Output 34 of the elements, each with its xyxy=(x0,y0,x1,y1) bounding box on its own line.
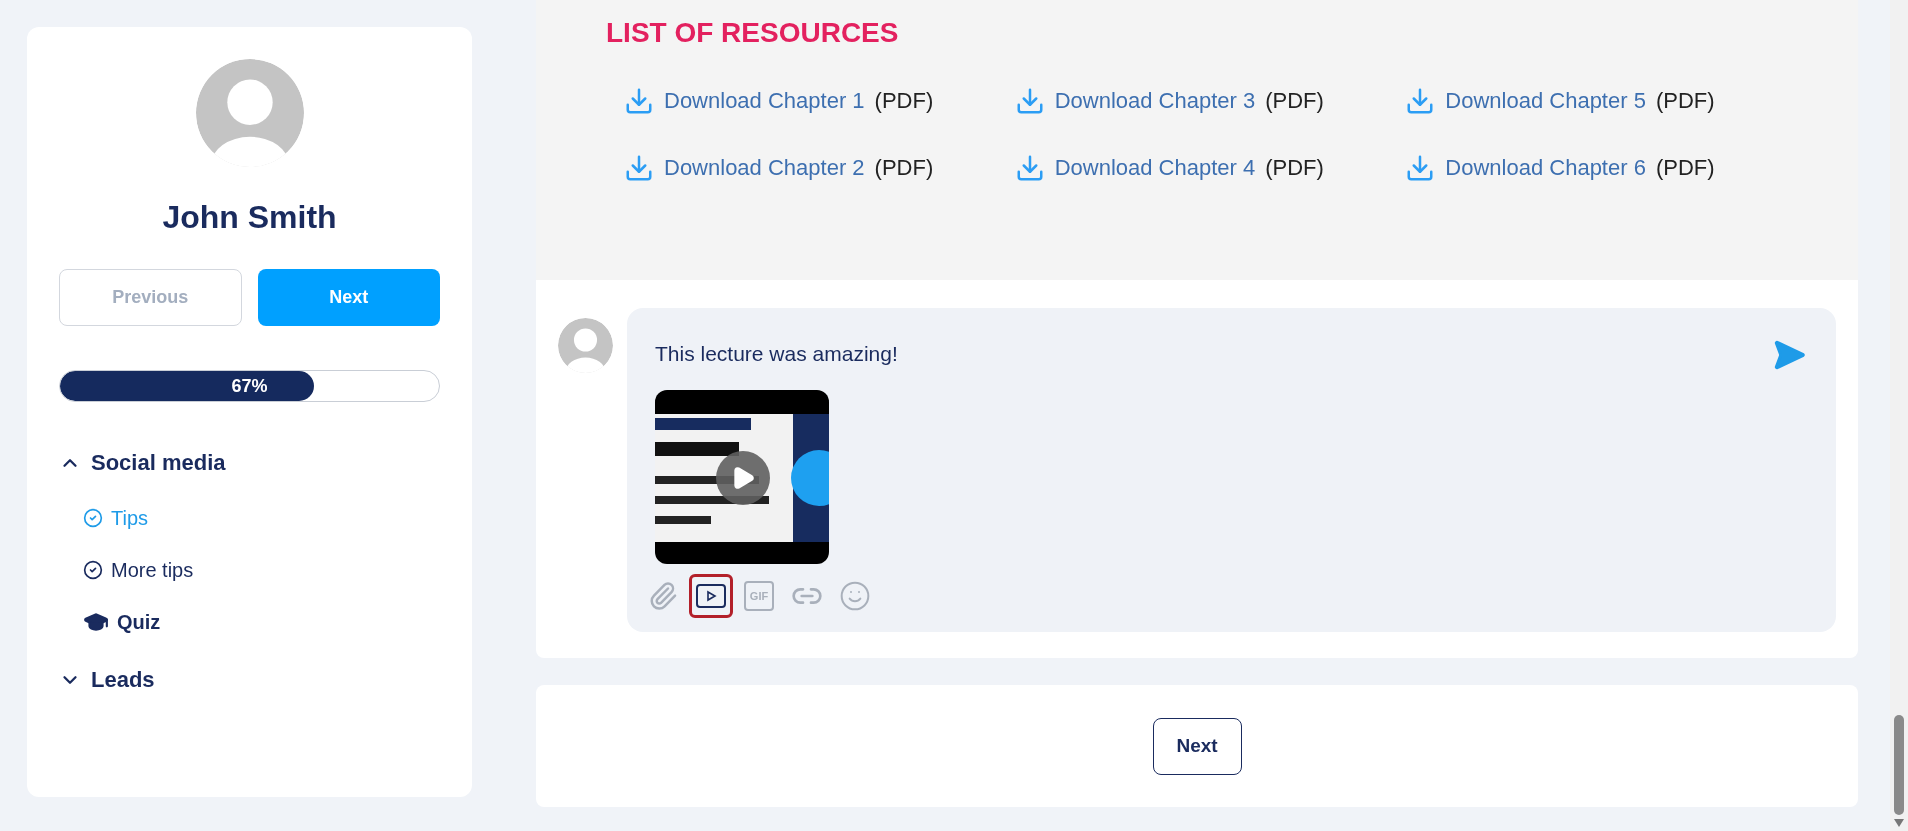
comment-text: This lecture was amazing! xyxy=(655,341,898,367)
file-type: (PDF) xyxy=(874,87,934,115)
section-header[interactable]: Social media xyxy=(59,446,440,479)
scroll-down-icon[interactable] xyxy=(1894,819,1904,827)
user-name: John Smith xyxy=(161,198,338,237)
video-icon xyxy=(696,584,726,608)
download-link[interactable]: Download Chapter 3 xyxy=(1054,84,1256,117)
file-type: (PDF) xyxy=(1265,154,1324,182)
download-link[interactable]: Download Chapter 5 xyxy=(1445,84,1646,117)
progress-reading: 67% xyxy=(230,374,269,398)
download-link[interactable]: Download Chapter 4 xyxy=(1054,151,1256,184)
nav-button[interactable]: Next xyxy=(257,269,440,326)
resources-title: LIST OF RESOURCES xyxy=(606,16,900,50)
file-type: (PDF) xyxy=(1655,154,1715,182)
lesson-item[interactable]: Quiz xyxy=(83,607,440,637)
download-link[interactable]: Download Chapter 1 xyxy=(664,84,865,117)
check-circle-icon xyxy=(83,508,103,528)
download-link[interactable]: Download Chapter 2 xyxy=(664,151,865,184)
next-button[interactable]: Next xyxy=(1152,717,1242,775)
lesson-item[interactable]: Tips xyxy=(83,503,440,533)
file-type: (PDF) xyxy=(1655,87,1715,115)
smiley-icon xyxy=(839,580,871,612)
check-circle-icon xyxy=(83,560,103,580)
download-link[interactable]: Download Chapter 6 xyxy=(1445,151,1646,184)
paperclip-icon xyxy=(648,581,678,611)
file-type: (PDF) xyxy=(1265,87,1324,115)
commenter-avatar-icon xyxy=(558,318,613,373)
lesson-item[interactable]: More tips xyxy=(83,555,440,585)
avatar-icon xyxy=(195,59,304,167)
scroll-thumb[interactable] xyxy=(1894,715,1904,815)
video-button[interactable] xyxy=(689,574,733,618)
file-type: (PDF) xyxy=(874,154,934,182)
send-icon[interactable] xyxy=(1772,338,1806,372)
section-header[interactable]: Leads xyxy=(59,663,440,696)
